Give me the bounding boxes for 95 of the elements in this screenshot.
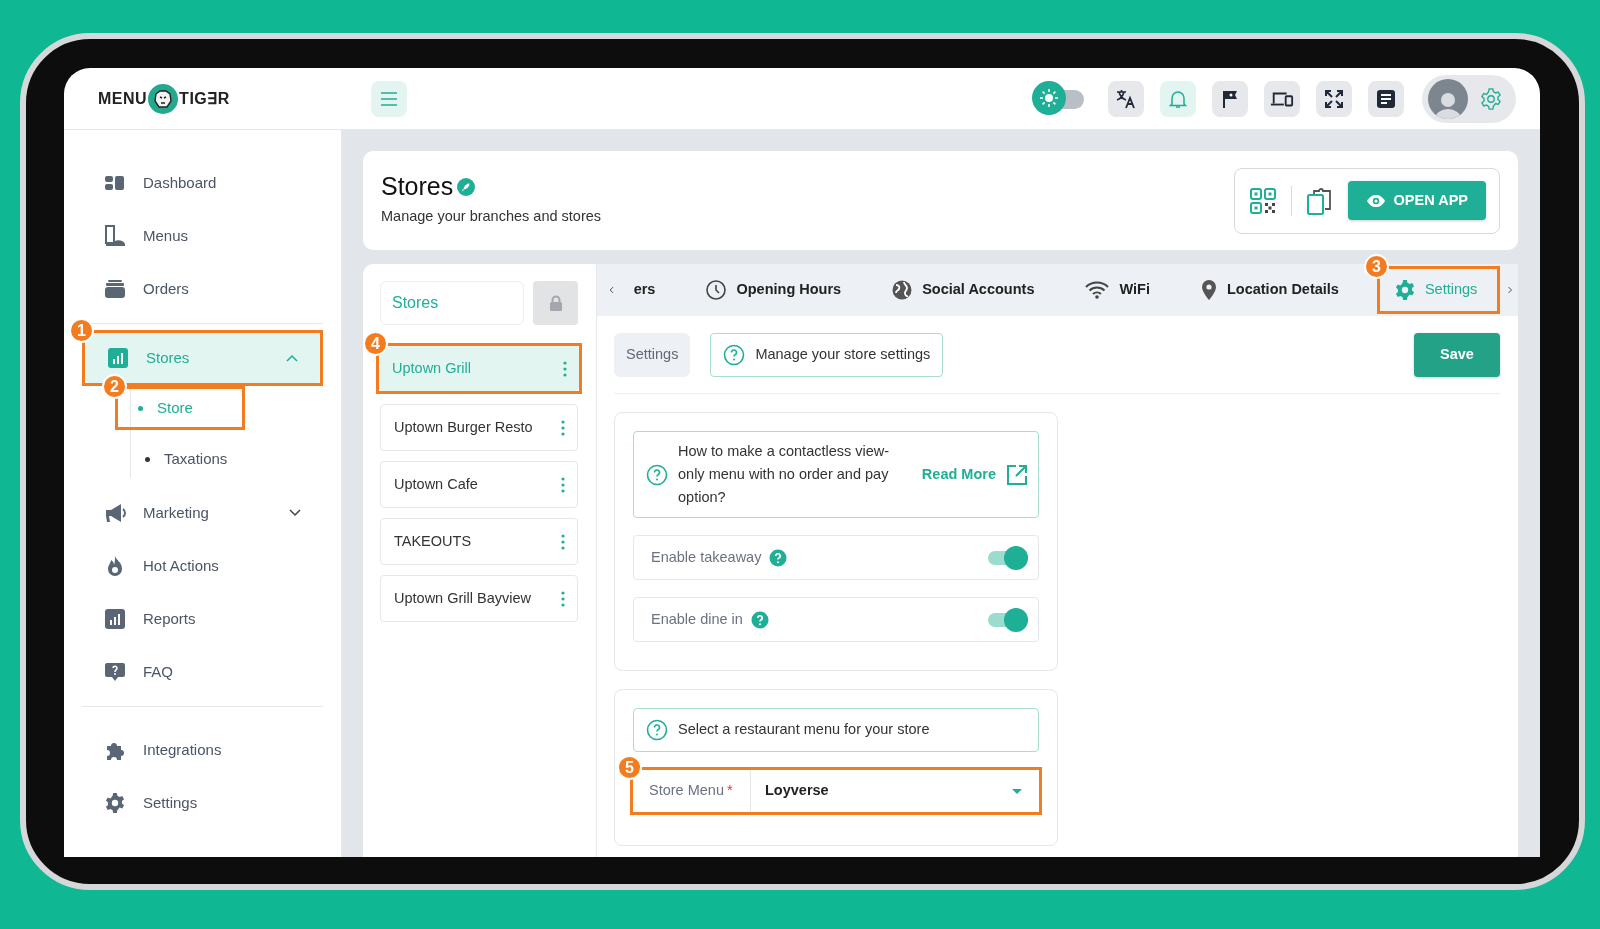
menu-icon — [379, 91, 398, 106]
step-number-badge: 3 — [1363, 254, 1389, 279]
toggle-label: Enable dine in — [651, 609, 743, 629]
store-list-item[interactable]: Uptown Cafe — [380, 461, 578, 508]
tab[interactable]: WiFi — [1072, 267, 1162, 313]
select-value: Loyverse — [764, 781, 830, 801]
more-options-icon[interactable] — [563, 360, 567, 377]
sidebar-item[interactable]: Dashboard — [82, 158, 323, 208]
help-icon — [723, 344, 746, 366]
bar-chart-icon — [104, 608, 126, 630]
theme-toggle[interactable] — [1032, 80, 1084, 117]
megaphone-icon — [104, 502, 126, 524]
store-list-item[interactable]: Uptown Grill Bayview — [380, 575, 578, 622]
copy-icon — [1305, 185, 1334, 216]
wifi-icon — [1084, 280, 1111, 300]
sidebar-item[interactable]: Marketing — [82, 488, 323, 538]
devices-button[interactable] — [1264, 80, 1300, 117]
copy-button[interactable] — [1305, 185, 1334, 216]
stores-heading: Stores — [380, 281, 524, 325]
fullscreen-icon — [1324, 88, 1344, 109]
clock-icon — [705, 279, 728, 301]
dropdown-caret-icon — [1011, 787, 1023, 795]
settings-icon — [1393, 279, 1416, 301]
step-number-badge: 4 — [363, 331, 388, 356]
location-pin-icon — [1199, 279, 1218, 301]
qr-code-icon — [1248, 186, 1277, 215]
chevron-icon — [289, 509, 301, 517]
sidebar-item[interactable]: Hot Actions — [82, 541, 323, 591]
tab[interactable]: ers — [621, 267, 668, 313]
tab[interactable]: Location Details — [1187, 267, 1351, 313]
tab[interactable]: Opening Hours — [693, 267, 854, 313]
flag-button[interactable] — [1212, 80, 1248, 117]
help-icon — [646, 719, 668, 741]
document-button[interactable] — [1368, 80, 1404, 117]
menu-book-icon — [104, 225, 126, 247]
settings-icon — [104, 792, 126, 814]
tiger-logo-icon — [152, 87, 175, 110]
required-mark: * — [726, 781, 733, 801]
bell-button[interactable] — [1160, 80, 1196, 117]
toggle-switch[interactable] — [988, 607, 1028, 632]
lock-button[interactable] — [533, 281, 578, 325]
external-link-icon[interactable] — [1006, 463, 1028, 486]
help-icon — [646, 463, 668, 486]
lock-icon — [548, 295, 563, 311]
logo-text: MENU — [98, 88, 148, 109]
stack-icon — [104, 278, 126, 300]
step-number-badge: 2 — [102, 374, 127, 399]
step-number-badge: 5 — [617, 755, 642, 780]
speech-question-icon — [104, 661, 126, 683]
eye-icon — [1365, 193, 1386, 208]
page-subtitle: Manage your branches and stores — [381, 207, 602, 227]
fullscreen-button[interactable] — [1316, 80, 1352, 117]
qr-code-button[interactable] — [1248, 186, 1277, 215]
translate-icon — [1115, 87, 1137, 110]
sidebar-item[interactable]: Settings — [82, 778, 323, 828]
info-text: Manage your store settings — [755, 345, 931, 365]
page-title: Stores — [381, 172, 454, 201]
chevron-left-icon[interactable] — [609, 284, 614, 296]
chevron-icon — [286, 354, 298, 362]
bell-icon — [1168, 88, 1188, 109]
help-icon — [750, 610, 769, 629]
rocket-badge-icon — [457, 177, 476, 196]
profile-pill[interactable] — [1422, 74, 1516, 123]
store-list-item[interactable]: Uptown Burger Resto — [380, 404, 578, 451]
section-label: Settings — [614, 333, 691, 377]
settings-icon — [1480, 87, 1502, 110]
flag-icon — [1220, 88, 1240, 109]
step-number-badge: 1 — [69, 318, 94, 343]
sidebar-item[interactable]: FAQ — [82, 647, 323, 697]
logo-text: TIG∃R — [179, 88, 230, 109]
bullet-icon — [138, 405, 143, 411]
sun-icon — [1040, 88, 1058, 107]
bar-chart-icon — [107, 347, 129, 369]
more-options-icon[interactable] — [561, 533, 565, 550]
document-icon — [1376, 88, 1396, 109]
help-icon — [769, 548, 788, 567]
more-options-icon[interactable] — [561, 476, 565, 493]
info-text: Select a restaurant menu for your store — [678, 720, 930, 740]
translate-button[interactable] — [1108, 80, 1144, 117]
bullet-icon — [145, 456, 150, 462]
sidebar-item[interactable]: Integrations — [82, 725, 323, 775]
more-options-icon[interactable] — [561, 419, 565, 436]
chevron-right-icon[interactable] — [1508, 284, 1513, 296]
more-options-icon[interactable] — [561, 590, 565, 607]
toggle-label: Enable takeaway — [651, 547, 762, 567]
store-list-item[interactable]: TAKEOUTS — [380, 518, 578, 565]
toggle-switch[interactable] — [988, 545, 1028, 570]
menu-button[interactable] — [370, 80, 407, 117]
sidebar-item[interactable]: Menus — [82, 211, 323, 261]
tab[interactable]: Social Accounts — [879, 267, 1047, 313]
help-text: How to make a contactless view-only menu with no order and pay option? — [678, 442, 891, 507]
globe-icon — [891, 279, 914, 301]
sidebar-item[interactable]: Reports — [82, 594, 323, 644]
sidebar-subitem[interactable]: Taxations — [131, 440, 323, 478]
sidebar-item[interactable]: Orders — [82, 264, 323, 314]
